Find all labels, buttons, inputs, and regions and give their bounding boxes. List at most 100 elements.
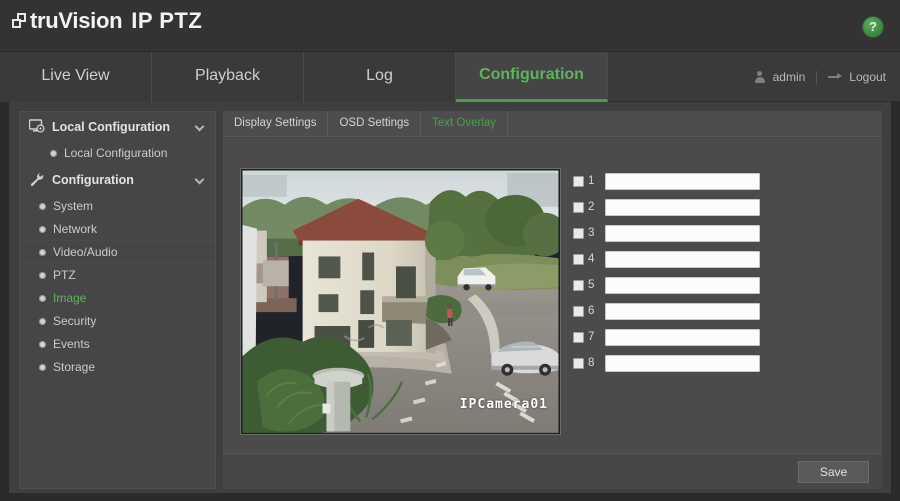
sidebar-item-label: Events (53, 337, 90, 351)
sidebar-group-label: Configuration (52, 172, 134, 187)
overlay-text-input-3[interactable] (605, 224, 760, 242)
page-body: Local Configuration Local Configuration … (0, 102, 900, 501)
sidebar-item-local-configuration[interactable]: Local Configuration (20, 142, 215, 165)
sidebar-item-label: Storage (53, 360, 96, 374)
sidebar-item-video-audio[interactable]: Video/Audio (20, 241, 215, 264)
checkbox-overlay-5[interactable] (573, 279, 584, 291)
overlay-text-input-1[interactable] (605, 172, 760, 190)
panel-footer: Save (223, 455, 882, 489)
overlay-text-input-7[interactable] (605, 328, 760, 346)
save-button[interactable]: Save (798, 461, 869, 483)
checkbox-overlay-8[interactable] (573, 357, 584, 369)
overlay-row-number: 7 (588, 331, 595, 343)
monitor-gear-icon (29, 119, 45, 134)
sidebar-item-storage[interactable]: Storage (20, 356, 215, 379)
text-overlay-row-4: 4 (573, 246, 868, 272)
sidebar-item-ptz[interactable]: PTZ (20, 264, 215, 287)
chevron-down-icon[interactable] (194, 174, 205, 185)
tab-text-overlay[interactable]: Text Overlay (421, 111, 509, 136)
bullet-icon (39, 226, 46, 233)
camera-preview-image (241, 169, 560, 434)
sidebar-item-network[interactable]: Network (20, 218, 215, 241)
wrench-icon (29, 172, 45, 187)
overlay-row-number: 6 (588, 305, 595, 317)
current-user-label: admin (772, 70, 806, 84)
bullet-icon (39, 318, 46, 325)
checkbox-overlay-3[interactable] (573, 227, 584, 239)
logout-icon[interactable] (828, 72, 843, 83)
bullet-icon (39, 203, 46, 210)
sidebar-item-label: PTZ (53, 268, 76, 282)
brand-logo: truVision IP PTZ (12, 8, 202, 34)
checkbox-overlay-7[interactable] (573, 331, 584, 343)
help-icon[interactable]: ? (862, 16, 884, 38)
bullet-icon (39, 272, 46, 279)
sidebar-item-label: Image (53, 291, 87, 305)
bullet-icon (50, 150, 57, 157)
overlay-row-number: 2 (588, 201, 595, 213)
text-overlay-panel: IPCamera01 1 2 3 4 5 6 7 8 (223, 138, 882, 454)
sidebar-group-configuration[interactable]: Configuration (20, 165, 215, 195)
tab-live-view[interactable]: Live View (0, 52, 152, 102)
sidebar-item-label: Security (53, 314, 97, 328)
overlay-text-input-8[interactable] (605, 354, 760, 372)
osd-overlay-text: IPCamera01 (459, 397, 548, 412)
nav-user-area: admin Logout (754, 52, 886, 102)
content-panel: Display Settings OSD Settings Text Overl… (223, 111, 882, 489)
content-tab-strip: Display Settings OSD Settings Text Overl… (223, 111, 882, 137)
sidebar-item-events[interactable]: Events (20, 333, 215, 356)
sidebar-item-label: System (53, 199, 94, 213)
checkbox-overlay-4[interactable] (573, 253, 584, 265)
sidebar-item-system[interactable]: System (20, 195, 215, 218)
overlay-row-number: 8 (588, 357, 595, 369)
chevron-down-icon[interactable] (194, 121, 205, 132)
tab-configuration[interactable]: Configuration (456, 52, 608, 102)
checkbox-overlay-6[interactable] (573, 305, 584, 317)
user-icon (754, 70, 766, 84)
nav-tab-list: Live View Playback Log Configuration (0, 52, 608, 102)
divider (816, 70, 818, 84)
overlay-text-input-5[interactable] (605, 276, 760, 294)
bullet-icon (39, 364, 46, 371)
tab-osd-settings[interactable]: OSD Settings (328, 111, 422, 136)
overlay-text-input-2[interactable] (605, 198, 760, 216)
bullet-icon (39, 341, 46, 348)
sidebar-item-label: Network (53, 222, 98, 236)
sidebar-group-label: Local Configuration (52, 119, 171, 134)
text-overlay-row-5: 5 (573, 272, 868, 298)
overlay-text-input-6[interactable] (605, 302, 760, 320)
text-overlay-row-3: 3 (573, 220, 868, 246)
tab-log[interactable]: Log (304, 52, 456, 102)
text-overlay-row-6: 6 (573, 298, 868, 324)
stacked-squares-logo-icon (12, 13, 29, 30)
checkbox-overlay-2[interactable] (573, 201, 584, 213)
camera-preview[interactable]: IPCamera01 (240, 168, 561, 435)
sidebar-item-image[interactable]: Image (20, 287, 215, 310)
sidebar-navigation: Local Configuration Local Configuration … (19, 111, 216, 489)
tab-playback[interactable]: Playback (152, 52, 304, 102)
application-window: truVision IP PTZ ? Live View Playback Log… (0, 0, 900, 501)
main-navigation: Live View Playback Log Configuration adm… (0, 52, 900, 102)
overlay-row-number: 5 (588, 279, 595, 291)
sidebar-item-label: Local Configuration (64, 146, 168, 160)
logout-link[interactable]: Logout (849, 70, 886, 84)
sidebar-item-security[interactable]: Security (20, 310, 215, 333)
text-overlay-row-7: 7 (573, 324, 868, 350)
app-header: truVision IP PTZ ? (0, 0, 900, 52)
text-overlay-row-2: 2 (573, 194, 868, 220)
bullet-icon (39, 249, 46, 256)
sidebar-group-local-configuration[interactable]: Local Configuration (20, 112, 215, 142)
overlay-row-number: 4 (588, 253, 595, 265)
text-overlay-row-1: 1 (573, 168, 868, 194)
overlay-text-input-4[interactable] (605, 250, 760, 268)
overlay-row-number: 1 (588, 175, 595, 187)
text-overlay-rows: 1 2 3 4 5 6 7 8 (573, 168, 868, 376)
checkbox-overlay-1[interactable] (573, 175, 584, 187)
product-model: IP PTZ (131, 8, 203, 33)
bullet-icon (39, 295, 46, 302)
brand-text: truVision IP PTZ (30, 8, 202, 34)
text-overlay-row-8: 8 (573, 350, 868, 376)
sidebar-item-label: Video/Audio (53, 245, 118, 259)
tab-display-settings[interactable]: Display Settings (223, 111, 329, 136)
overlay-row-number: 3 (588, 227, 595, 239)
